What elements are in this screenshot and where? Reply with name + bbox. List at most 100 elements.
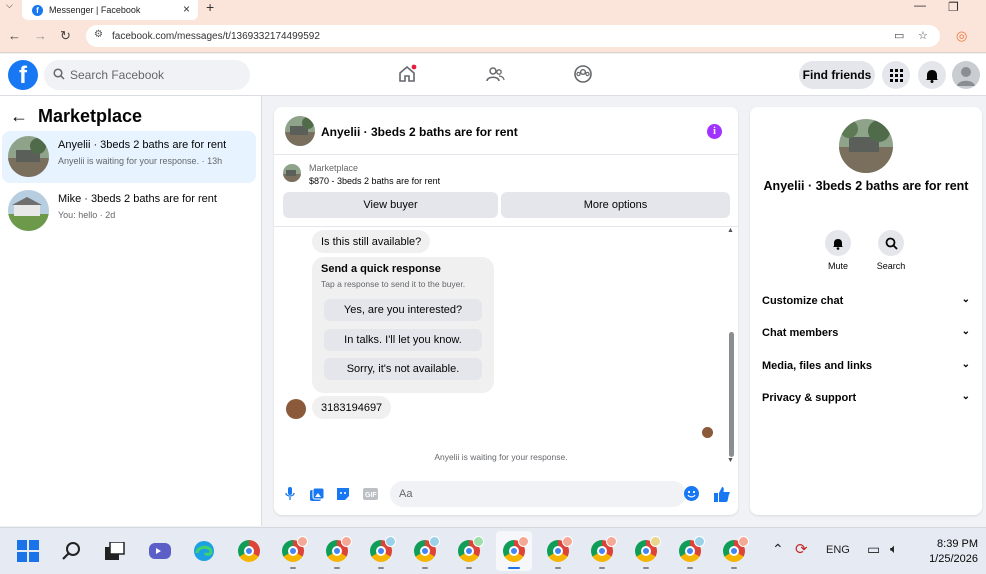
network-icon[interactable]: ▭	[867, 541, 880, 558]
row-label: Chat members	[762, 327, 839, 339]
chrome-profile-icon[interactable]	[325, 536, 352, 569]
row-label: Media, files and links	[762, 360, 873, 372]
marketplace-header: ← Marketplace	[10, 106, 142, 127]
notifications-bell-icon[interactable]	[918, 61, 946, 89]
gif-icon[interactable]: GIF	[362, 486, 378, 502]
edge-browser-icon[interactable]	[192, 539, 216, 563]
chrome-profile-icon[interactable]	[281, 536, 308, 569]
search-icon[interactable]	[878, 230, 904, 256]
quick-response-option[interactable]: In talks. I'll let you know.	[324, 329, 482, 351]
seen-indicator-avatar	[702, 427, 713, 438]
chrome-profile-icon[interactable]	[457, 536, 484, 569]
find-friends-button[interactable]: Find friends	[799, 61, 875, 89]
microphone-icon[interactable]	[282, 486, 298, 502]
sync-warning-icon[interactable]: ⟳	[795, 540, 808, 558]
restore-icon[interactable]: ❐	[948, 0, 959, 14]
chat-header: Anyelii · 3beds 2 baths are for rent i	[274, 107, 738, 155]
facebook-logo-icon[interactable]: f	[8, 60, 38, 90]
search-facebook-input[interactable]: Search Facebook	[44, 60, 250, 90]
message-scrollbar[interactable]: ▲ ▼	[726, 227, 736, 467]
quick-response-option[interactable]: Sorry, it's not available.	[324, 358, 482, 380]
search-label: Search	[876, 261, 906, 271]
profile-icon[interactable]: ◎	[956, 28, 967, 44]
address-bar[interactable]: ⚙ facebook.com/messages/t/13693321744995…	[86, 25, 940, 47]
waiting-status: Anyelii is waiting for your response.	[434, 452, 568, 462]
cast-icon[interactable]: ▭	[894, 29, 904, 42]
system-clock[interactable]: 8:39 PM 1/25/2026	[920, 537, 978, 567]
meet-video-icon[interactable]	[148, 539, 172, 563]
message-bubble: 3183194697	[312, 396, 392, 419]
mute-action[interactable]: Mute	[818, 230, 858, 271]
conversation-item[interactable]: Mike · 3beds 2 baths are for rent You: h…	[2, 185, 256, 237]
quick-response-option[interactable]: Yes, are you interested?	[324, 299, 482, 321]
conversation-snippet: You: hello · 2d	[58, 210, 116, 220]
chrome-profile-icon[interactable]	[678, 536, 705, 569]
chrome-profile-icon[interactable]	[590, 536, 617, 569]
privacy-support-row[interactable]: Privacy & support ⌄	[762, 391, 970, 404]
conversation-snippet: Anyelii is waiting for your response. · …	[58, 156, 223, 166]
conversation-name: Anyelii · 3beds 2 baths are for rent	[58, 139, 227, 151]
browser-tab[interactable]: f Messenger | Facebook ×	[22, 0, 198, 20]
volume-icon[interactable]: 🔈︎	[890, 541, 898, 557]
show-hidden-icons-chevron-up-icon[interactable]: ⌃	[772, 541, 784, 558]
quick-response-subtitle: Tap a response to send it to the buyer.	[321, 279, 466, 289]
more-options-button[interactable]: More options	[501, 192, 730, 218]
task-view-icon[interactable]	[103, 539, 127, 563]
chevron-down-icon: ⌄	[961, 294, 970, 305]
reload-icon[interactable]: ↻	[60, 28, 71, 44]
search-action[interactable]: Search	[871, 230, 911, 271]
friends-icon[interactable]	[485, 64, 505, 87]
emoji-icon[interactable]	[684, 486, 699, 501]
search-placeholder: Search Facebook	[70, 68, 165, 82]
language-indicator[interactable]: ENG	[826, 544, 850, 556]
chrome-profile-icon[interactable]	[722, 536, 749, 569]
bookmark-star-icon[interactable]: ☆	[918, 29, 928, 42]
quick-response-card: Send a quick response Tap a response to …	[312, 257, 494, 393]
chrome-profile-icon[interactable]	[369, 536, 396, 569]
thumbs-up-icon[interactable]	[714, 486, 730, 502]
close-tab-icon[interactable]: ×	[183, 2, 190, 16]
forward-arrow-icon[interactable]: →	[34, 28, 47, 43]
windows-start-icon[interactable]	[16, 539, 40, 563]
chat-title[interactable]: Anyelii · 3beds 2 baths are for rent	[321, 125, 518, 139]
view-buyer-button[interactable]: View buyer	[283, 192, 498, 218]
listing-price-title[interactable]: $870 - 3beds 2 baths are for rent	[309, 176, 440, 186]
new-tab-icon[interactable]: +	[206, 0, 214, 15]
windows-taskbar: ⌃ ⟳ ENG ▭ 🔈︎ 8:39 PM 1/25/2026	[0, 527, 986, 574]
chat-members-row[interactable]: Chat members ⌄	[762, 326, 970, 339]
listing-thumbnail[interactable]	[285, 116, 315, 146]
chrome-profile-icon[interactable]	[546, 536, 573, 569]
message-input[interactable]: Aa	[390, 481, 686, 507]
scroll-down-icon[interactable]: ▼	[727, 457, 734, 464]
chrome-profile-icon[interactable]	[634, 536, 661, 569]
row-label: Privacy & support	[762, 392, 857, 404]
chrome-profile-icon[interactable]	[502, 536, 529, 569]
message-list: Is this still available? Send a quick re…	[274, 227, 738, 467]
home-icon[interactable]	[397, 64, 417, 87]
chrome-profile-icon[interactable]	[413, 536, 440, 569]
tab-title: Messenger | Facebook	[49, 5, 141, 15]
row-label: Customize chat	[762, 295, 844, 307]
site-info-icon[interactable]: ⚙	[94, 29, 103, 40]
info-icon[interactable]: i	[707, 124, 722, 139]
photo-gallery-icon[interactable]	[309, 486, 325, 502]
customize-chat-row[interactable]: Customize chat ⌄	[762, 294, 970, 307]
sender-avatar[interactable]	[286, 399, 306, 419]
back-arrow-icon[interactable]: ←	[8, 28, 21, 43]
taskbar-search-icon[interactable]	[60, 539, 84, 563]
back-arrow-icon[interactable]: ←	[10, 106, 28, 127]
menu-grid-icon[interactable]	[882, 61, 910, 89]
groups-icon[interactable]	[573, 64, 593, 87]
scroll-up-icon[interactable]: ▲	[727, 227, 734, 234]
mute-bell-icon[interactable]	[825, 230, 851, 256]
minimize-icon[interactable]: —	[914, 0, 926, 12]
account-avatar[interactable]	[952, 61, 980, 89]
scrollbar-thumb[interactable]	[729, 332, 734, 457]
listing-thumbnail	[8, 190, 49, 231]
chrome-icon[interactable]	[237, 539, 261, 563]
tab-search-icon[interactable]: ⌵	[6, 0, 13, 11]
conversation-item[interactable]: Anyelii · 3beds 2 baths are for rent Any…	[2, 131, 256, 183]
listing-thumbnail	[283, 164, 301, 182]
media-files-links-row[interactable]: Media, files and links ⌄	[762, 359, 970, 372]
sticker-icon[interactable]	[335, 486, 351, 502]
